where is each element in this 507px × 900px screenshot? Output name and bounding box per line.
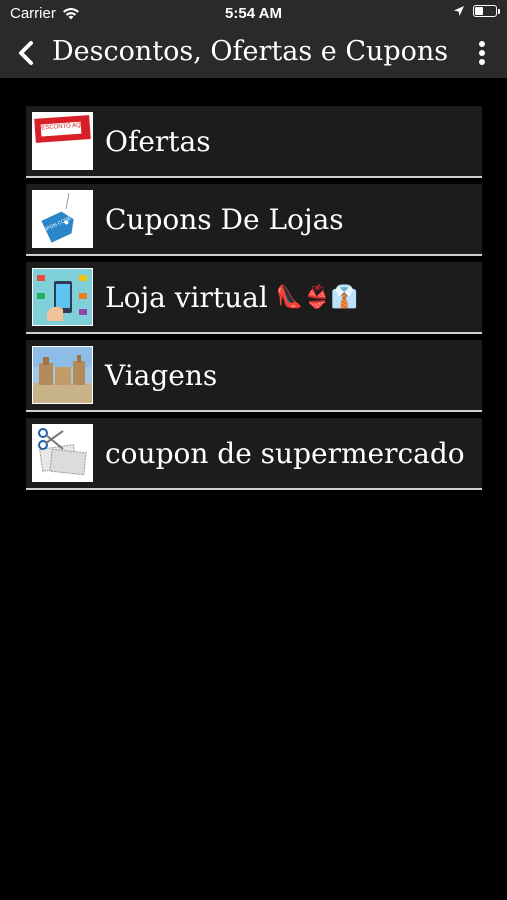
back-button[interactable]: [10, 36, 42, 70]
coupon-tag-thumbnail: COUPON CODES: [32, 190, 93, 248]
status-bar: Carrier 5:54 AM: [0, 0, 507, 28]
battery-icon: [473, 5, 500, 17]
list-item-label: coupon de supermercado: [105, 436, 465, 470]
list-item-loja-virtual[interactable]: Loja virtual 👠👙👔: [26, 262, 482, 334]
list-item-label: Viagens: [105, 358, 218, 392]
vertical-ellipsis-icon: [479, 41, 485, 65]
list-item-label: Ofertas: [105, 124, 211, 158]
list-item-label: Loja virtual: [105, 280, 268, 314]
travel-photo-thumbnail: [32, 346, 93, 404]
list-item-cupons-de-lojas[interactable]: COUPON CODES Cupons De Lojas: [26, 184, 482, 256]
list-item-coupon-de-supermercado[interactable]: coupon de supermercado: [26, 418, 482, 490]
list-item-ofertas[interactable]: DESCONTO AQUI Ofertas: [26, 106, 482, 178]
more-options-button[interactable]: [465, 36, 499, 70]
online-shop-thumbnail: [32, 268, 93, 326]
nav-bar: Descontos, Ofertas e Cupons: [0, 28, 507, 78]
list-item-label: Cupons De Lojas: [105, 202, 344, 236]
status-time: 5:54 AM: [225, 5, 282, 22]
scissors-coupons-thumbnail: [32, 424, 93, 482]
discount-banner-thumbnail: DESCONTO AQUI: [32, 112, 93, 170]
page-title: Descontos, Ofertas e Cupons: [52, 36, 449, 67]
location-arrow-icon: [454, 6, 464, 16]
list-item-viagens[interactable]: Viagens: [26, 340, 482, 412]
fashion-emoji-icons: 👠👙👔: [275, 284, 359, 310]
status-right: [453, 5, 500, 17]
menu-list: DESCONTO AQUI Ofertas COUPON CODES Cupon…: [26, 106, 482, 496]
chevron-left-icon: [19, 41, 33, 65]
